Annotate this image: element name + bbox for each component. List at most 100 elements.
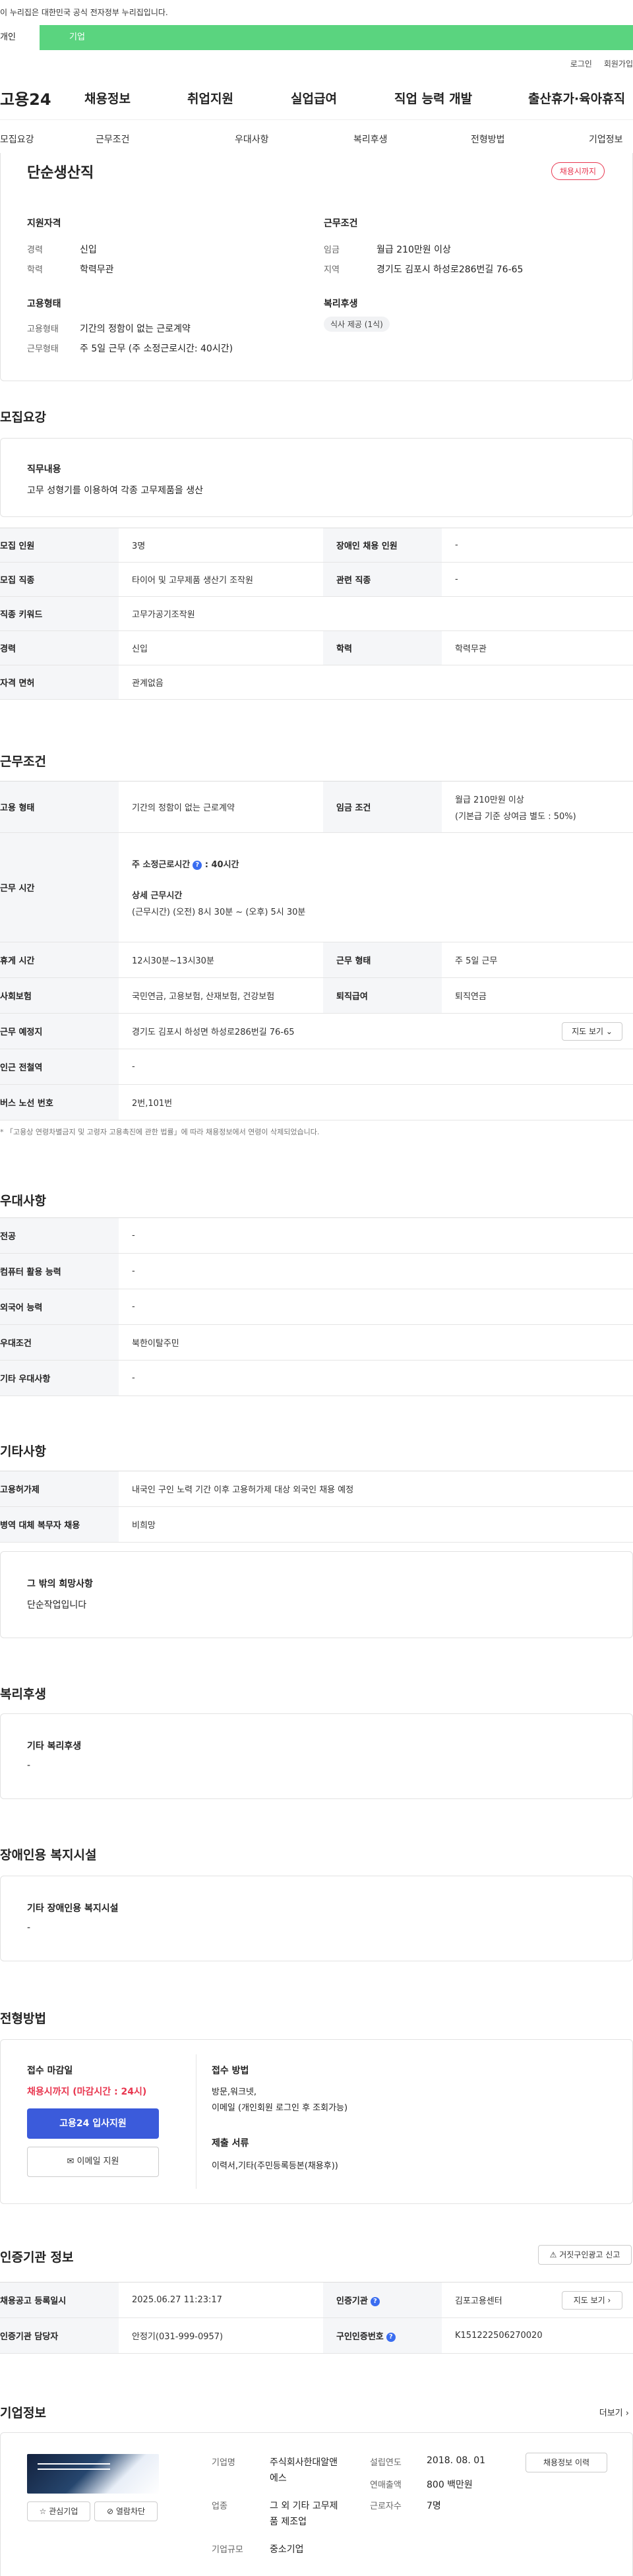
table-row: 경력 신입 학력 학력무관 [0,630,633,665]
table-row: 직종 키워드 고무가공기조작원 [0,596,633,631]
login-link[interactable]: 로그인 [570,58,592,69]
table-header: 사회보험 [0,977,119,1014]
work-type-value: 주 5일 근무 (주 소정근로시간: 40시간) [80,344,233,354]
table-row: 기타 우대사항 - [0,1360,633,1396]
table-header: 우대조건 [0,1324,119,1361]
selection-heading: 전형방법 [0,2011,46,2026]
menu-employment-support[interactable]: 취업지원 [187,89,291,107]
welfare-section-heading: 복리후생 [0,1687,46,1702]
size-label: 기업규모 [212,2545,243,2555]
disabled-card: 기타 장애인용 복지시설 - [0,1876,633,1961]
others-table: 고용허가제 내국인 구인 노력 기간 이후 고용허가제 대상 외국인 채용 예정 … [0,1471,633,1543]
table-cell: - [119,1253,633,1289]
docs-label: 제출 서류 [212,2138,249,2149]
company-card: ☆ 관심기업 ⊘ 열람차단 기업명 주식회사한대알앤 에스 업종 그 외 기타 … [0,2432,633,2576]
welfare-card: 기타 복리후생 - [0,1713,633,1799]
table-cell: 신입 [119,630,323,665]
wage-value: 월급 210만원 이상 [377,245,451,255]
others-heading: 기타사항 [0,1444,46,1459]
table-header: 모집 직종 [0,562,119,597]
help-icon[interactable]: ? [193,860,202,870]
section-nav-company[interactable]: 기업정보 [589,133,623,146]
map-button[interactable]: 지도 보기 ⌄ [562,1022,622,1041]
chevron-right-icon: › [607,2296,611,2305]
wage-label: 임금 [324,245,340,255]
menu-jobs[interactable]: 채용정보 [84,89,187,107]
table-header: 근무 예정지 [0,1013,119,1049]
member-type-tabs: 개인 기업 [0,25,633,50]
table-cell: 관계없음 [119,665,633,700]
table-header: 경력 [0,630,119,665]
table-row: 자격 면허 관계없음 [0,665,633,700]
tab-company[interactable]: 기업 [40,25,85,50]
table-cell: 2번,101번 [119,1084,633,1120]
report-fake-ad-button[interactable]: ⚠ 거짓구인광고 신고 [538,2245,632,2265]
interest-company-button[interactable]: ☆ 관심기업 [27,2501,90,2521]
table-header: 버스 노선 번호 [0,1084,119,1120]
help-icon[interactable]: ? [370,2296,380,2306]
table-row: 인근 전철역 - [0,1049,633,1085]
email-apply-button[interactable]: ✉ 이메일 지원 [27,2147,159,2177]
table-cell: 학력무관 [442,630,633,665]
help-icon[interactable]: ? [386,2332,396,2342]
table-header: 병역 대체 복무자 채용 [0,1506,119,1543]
agency-map-button[interactable]: 지도 보기 › [562,2291,622,2310]
biz-label: 업종 [212,2501,227,2511]
chevron-down-icon: ⌄ [605,1027,613,1036]
menu-job-training[interactable]: 직업 능력 개발 [394,89,528,107]
place-value: 경기도 김포시 하성면 하성로286번길 76-65 [132,1027,295,1037]
welfare-label: 기타 복리후생 [27,1741,82,1752]
section-nav-selection[interactable]: 전형방법 [471,133,505,146]
table-cell: 내국인 구인 노력 기간 이후 고용허가제 대상 외국인 채용 예정 [119,1471,633,1507]
apply-button[interactable]: 고용24 입사지원 [27,2108,159,2139]
auth-label: 인증기관 [336,2296,368,2306]
duty-card: 직무내용 고무 성형기를 이용하여 각종 고무제품을 생산 [0,438,633,517]
disabled-value: - [27,1922,31,1933]
work-type-label: 근무형태 [27,344,59,354]
site-logo[interactable]: 고용24 [0,86,84,109]
table-header: 고용 형태 [0,781,119,833]
block-icon: ⊘ [106,2507,114,2516]
section-nav-welfare[interactable]: 복리후생 [353,133,388,146]
table-row: 근무 시간 주 소정근로시간? : 40시간 상세 근무시간 (근무시간) (오… [0,832,633,942]
company-name-2: 에스 [270,2473,287,2484]
welfare-value: - [27,1760,31,1771]
disabled-heading: 장애인용 복지시설 [0,1848,97,1862]
mail-icon: ✉ [67,2157,75,2166]
join-link[interactable]: 회원가입 [604,58,633,69]
block-view-button[interactable]: ⊘ 열람차단 [94,2501,158,2521]
duty-label: 직무내용 [27,464,61,475]
table-cell: 비희망 [119,1506,633,1543]
table-row: 병역 대체 복무자 채용 비희망 [0,1506,633,1543]
cond-heading: 근무조건 [324,218,358,229]
gov-notice: 이 누리집은 대한민국 공식 전자정부 누리집입니다. [0,0,633,25]
table-header: 인증기관 담당자 [0,2317,119,2354]
table-cell: 국민연금, 고용보험, 산재보험, 건강보험 [119,977,323,1014]
hours-main-label: 주 소정근로시간 [132,860,191,870]
wage-note: (기본급 기준 상여금 별도 : 50%) [455,811,576,822]
preference-table: 전공 - 컴퓨터 활용 능력 - 외국어 능력 - 우대조건 북한이탈주민 기타 우대사… [0,1217,633,1396]
section-nav-recruit[interactable]: 모집요강 [0,133,34,146]
table-row: 버스 노선 번호 2번,101번 [0,1084,633,1120]
tab-personal[interactable]: 개인 [0,25,40,50]
menu-unemployment-benefit[interactable]: 실업급여 [291,89,394,107]
job-history-button[interactable]: 채용정보 이력 [526,2453,607,2472]
table-header: 관련 직종 [323,562,442,597]
table-row: 컴퓨터 활용 능력 - [0,1253,633,1289]
section-nav-conditions[interactable]: 근무조건 [96,133,130,146]
table-cell: - [119,1289,633,1325]
biz-value-2: 품 제조업 [270,2517,307,2527]
emp-heading: 고용형태 [27,299,61,309]
table-header: 장애인 채용 인원 [323,528,442,563]
table-row: 전공 - [0,1217,633,1254]
table-header: 자격 면허 [0,665,119,700]
company-more-link[interactable]: 더보기 › [599,2406,629,2418]
table-cell: 주 5일 근무 [442,942,633,978]
table-header: 학력 [323,630,442,665]
menu-parental-leave[interactable]: 출산휴가·육아휴직 [528,89,625,107]
table-row: 모집 직종 타이어 및 고무제품 생산기 조작원 관련 직종 - [0,562,633,597]
table-row: 사회보험 국민연금, 고용보험, 산재보험, 건강보험 퇴직급여 퇴직연금 [0,977,633,1014]
company-name-1: 주식회사한대알앤 [270,2457,338,2468]
table-cell: 주 소정근로시간? : 40시간 상세 근무시간 (근무시간) (오전) 8시 … [119,832,633,942]
section-nav-preference[interactable]: 우대사항 [235,133,269,146]
